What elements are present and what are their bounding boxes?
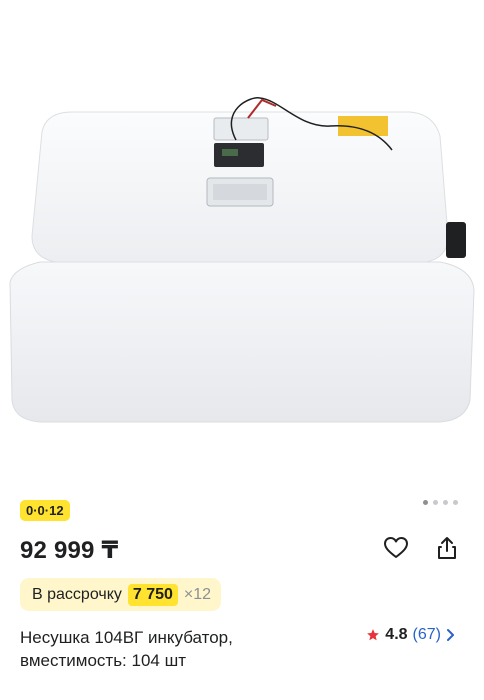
gallery-dot[interactable] — [443, 500, 448, 505]
installment-amount: 7 750 — [127, 583, 178, 606]
installment-label: В рассрочку — [32, 585, 122, 603]
gallery-pagination[interactable] — [423, 500, 458, 505]
favorite-button[interactable] — [381, 533, 411, 563]
star-icon — [367, 629, 380, 641]
installment-offer[interactable]: В рассрочку 7 750 ×12 — [20, 578, 222, 611]
rating-link[interactable]: 4.8 (67) — [366, 626, 456, 644]
heart-icon — [384, 537, 408, 558]
review-count[interactable]: (67) — [413, 626, 441, 644]
price: 92 999 ₸ — [20, 536, 119, 564]
product-title: Несушка 104ВГ инкубатор, вместимость: 10… — [20, 628, 233, 670]
installment-badge: 0·0·12 — [20, 500, 70, 521]
gallery-dot[interactable] — [433, 500, 438, 505]
product-image[interactable] — [0, 0, 484, 490]
gallery-dot[interactable] — [453, 500, 458, 505]
gallery-dot[interactable] — [423, 500, 428, 505]
share-button[interactable] — [432, 533, 462, 563]
incubator-illustration — [9, 97, 475, 423]
share-icon — [438, 537, 456, 559]
rating-value: 4.8 — [385, 626, 408, 643]
price-row: 92 999 ₸ — [20, 535, 118, 565]
installment-term: ×12 — [183, 585, 212, 603]
chevron-right-icon — [447, 629, 454, 641]
